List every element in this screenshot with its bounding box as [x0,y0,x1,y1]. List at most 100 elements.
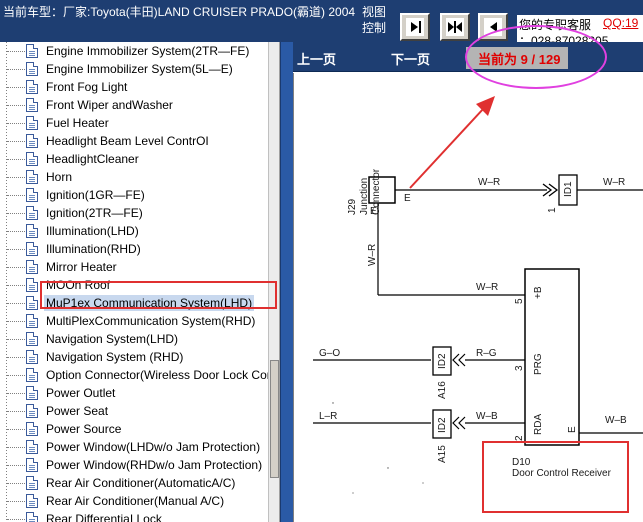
tree-item-label: Engine Immobilizer System(5L—E) [46,62,233,76]
id2-a-ref: A16 [437,381,448,399]
tree-item-label: Front Fog Light [46,80,128,94]
tree-branch-line [7,465,25,466]
tree-item[interactable]: HeadlightCleaner [0,150,270,168]
fit-width-button[interactable] [400,13,430,41]
tree-branch-line [7,51,25,52]
document-icon [26,296,38,310]
arrow-right-bar-icon [406,18,424,36]
tree-branch-line [7,483,25,484]
tree-item[interactable]: Engine Immobilizer System(5L—E) [0,60,270,78]
document-icon [26,494,38,508]
junction-connector-label-1: Junction [359,177,370,215]
document-icon [26,422,38,436]
document-icon [26,404,38,418]
tree-item[interactable]: Rear Air Conditioner(Manual A/C) [0,492,270,510]
document-icon [26,188,38,202]
document-icon [26,224,38,238]
tree-item[interactable]: Fuel Heater [0,114,270,132]
tree-branch-line [7,501,25,502]
prev-page-link[interactable]: 上一页 [297,49,336,68]
tree-branch-line [7,267,25,268]
tree-branch-line [7,123,25,124]
tree-item[interactable]: Navigation System(LHD) [0,330,270,348]
tree-item[interactable]: Front Fog Light [0,78,270,96]
tree-branch-line [7,375,25,376]
tree-branch-line [7,249,25,250]
tree-item[interactable]: Illumination(LHD) [0,222,270,240]
document-icon [26,260,38,274]
document-icon [26,350,38,364]
tree-item[interactable]: Power Source [0,420,270,438]
tree-branch-line [7,141,25,142]
document-icon [26,278,38,292]
document-icon [26,242,38,256]
tree-item-label: Navigation System (RHD) [46,350,184,364]
arrows-inward-icon [446,18,464,36]
tree-item[interactable]: Navigation System (RHD) [0,348,270,366]
tree-item-label: Power Seat [46,404,109,418]
tree-item[interactable]: Horn [0,168,270,186]
tree-branch-line [7,411,25,412]
id2-b-label: ID2 [437,417,448,433]
tree-item[interactable]: Rear Air Conditioner(AutomaticA/C) [0,474,270,492]
tree-item-label: MultiPlexCommunication System(RHD) [46,314,256,328]
id2-a-label: ID2 [437,353,448,369]
document-icon [26,44,38,58]
tree-item-label: Front Wiper andWasher [46,98,173,112]
junction-pin-left: E [370,206,377,217]
tree-item[interactable]: Option Connector(Wireless Door Lock Cont… [0,366,279,384]
document-icon [26,206,38,220]
pane-splitter[interactable] [280,42,293,522]
tree-item[interactable]: Front Wiper andWasher [0,96,270,114]
tree-item[interactable]: Engine Immobilizer System(2TR—FE) [0,42,270,60]
tree-item-label: Rear DifferentiaI Lock [46,512,162,522]
tree-branch-line [7,69,25,70]
view-control-label: 视图控制 [362,5,387,35]
tree-branch-line [7,231,25,232]
tree-item[interactable]: Power Window(RHDw/o Jam Protection) [0,456,270,474]
tree-item[interactable]: Power Seat [0,402,270,420]
document-icon [26,134,38,148]
wire-label-go: G–O [319,348,341,359]
tree-item[interactable]: Illumination(RHD) [0,240,270,258]
page-indicator-highlight-ellipse [465,25,607,89]
tree-item-label: Navigation System(LHD) [46,332,179,346]
tree-scroll-thumb[interactable] [270,360,279,478]
wire-label-wr-top: W–R [478,177,501,188]
tree-branch-line [7,321,25,322]
prg-terminal: PRG [533,353,544,375]
tree-branch-line [7,285,25,286]
fit-page-button[interactable] [440,13,470,41]
rda-terminal: RDA [533,413,544,435]
tree-item[interactable]: Power Outlet [0,384,270,402]
tree-branch-line [7,177,25,178]
tree-item[interactable]: Ignition(2TR—FE) [0,204,270,222]
tree-item[interactable]: Headlight Beam Level ContrOI [0,132,270,150]
wire-label-rg: R–G [476,348,497,359]
tree-item-label: Fuel Heater [46,116,109,130]
tree-item[interactable]: MultiPlexCommunication System(RHD) [0,312,270,330]
id1-pin: 1 [547,207,558,213]
wire-label-wr-top-right: W–R [603,177,626,188]
id2-b-ref: A15 [437,445,448,463]
tree-branch-line [7,447,25,448]
document-icon [26,152,38,166]
tree-branch-line [7,159,25,160]
receiver-highlight-box [482,441,629,513]
tree-item[interactable]: Mirror Heater [0,258,270,276]
document-icon [26,386,38,400]
tree-branch-line [7,87,25,88]
document-icon [26,98,38,112]
service-qq-link[interactable]: QQ:19 [603,16,638,30]
document-icon [26,440,38,454]
tree-item[interactable]: Ignition(1GR—FE) [0,186,270,204]
tree-item[interactable]: Power Window(LHDw/o Jam Protection) [0,438,270,456]
tree-branch-line [7,213,25,214]
tree-item[interactable]: Rear DifferentiaI Lock [0,510,270,522]
next-page-link[interactable]: 下一页 [391,49,430,68]
document-icon [26,332,38,346]
tree-item-label: Power Outlet [46,386,116,400]
tree-item-label: Rear Air Conditioner(AutomaticA/C) [46,476,236,490]
tree-branch-line [7,195,25,196]
tree-branch-line [7,339,25,340]
